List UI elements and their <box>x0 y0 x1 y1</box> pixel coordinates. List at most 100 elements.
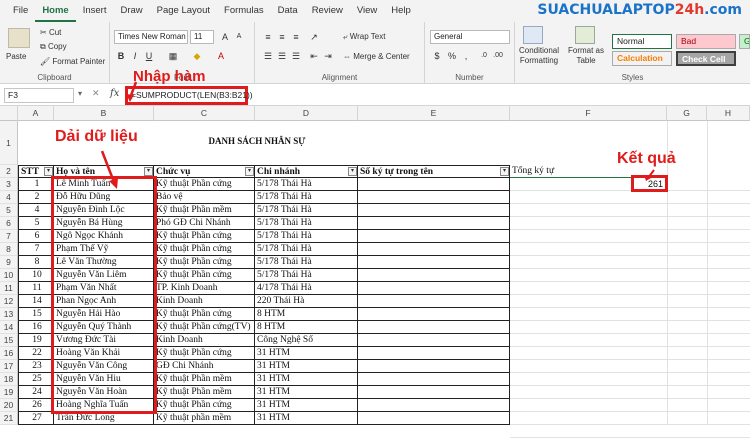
cell-role[interactable]: Kỹ thuật Phần mềm <box>154 386 255 399</box>
cell-stt[interactable]: 1 <box>18 178 54 191</box>
cell-stt[interactable]: 5 <box>18 217 54 230</box>
row-header[interactable]: 8 <box>0 243 18 256</box>
cell-stt[interactable]: 11 <box>18 282 54 295</box>
cell-role[interactable]: Kỹ thuật Phần cứng <box>154 243 255 256</box>
cell-branch[interactable]: 220 Thái Hà <box>255 295 358 308</box>
cell-role[interactable]: Kỹ thuật Phần mềm <box>154 204 255 217</box>
cell-role[interactable]: Kỹ thuật Phần cứng <box>154 178 255 191</box>
cell-char-count[interactable] <box>358 295 510 308</box>
underline-icon[interactable]: U <box>142 50 156 62</box>
select-all-corner[interactable] <box>0 106 18 121</box>
cancel-icon[interactable]: ✕ <box>92 88 100 99</box>
col-header-h[interactable]: H <box>707 106 750 121</box>
row-header[interactable]: 17 <box>0 360 18 373</box>
menu-formulas[interactable]: Formulas <box>217 0 271 22</box>
cell-role[interactable]: Kỹ thuật Phần cứng <box>154 269 255 282</box>
cell-branch[interactable]: 5/178 Thái Hà <box>255 191 358 204</box>
cell-stt[interactable]: 26 <box>18 399 54 412</box>
align-right-icon[interactable]: ☰ <box>289 50 303 62</box>
cell-branch[interactable]: 31 HTM <box>255 399 358 412</box>
style-check-cell[interactable]: Check Cell <box>676 51 736 66</box>
filter-count-icon[interactable]: ▾ <box>500 167 509 176</box>
cell-branch[interactable]: 31 HTM <box>255 386 358 399</box>
menu-insert[interactable]: Insert <box>76 0 114 22</box>
menu-view[interactable]: View <box>350 0 384 22</box>
cell-char-count[interactable] <box>358 204 510 217</box>
decrease-font-icon[interactable]: A <box>232 31 246 43</box>
cell-stt[interactable]: 25 <box>18 373 54 386</box>
cell-stt[interactable]: 23 <box>18 360 54 373</box>
cell-role[interactable]: TP. Kinh Doanh <box>154 282 255 295</box>
cell-char-count[interactable] <box>358 243 510 256</box>
cell-branch[interactable]: 5/178 Thái Hà <box>255 178 358 191</box>
format-table-icon[interactable] <box>575 26 595 44</box>
cell-role[interactable]: Kinh Doanh <box>154 295 255 308</box>
cell-char-count[interactable] <box>358 178 510 191</box>
row-header[interactable]: 15 <box>0 334 18 347</box>
header-char-count[interactable]: Số ký tự trong tên <box>358 165 510 178</box>
menu-help[interactable]: Help <box>384 0 418 22</box>
align-top-icon[interactable]: ≡ <box>261 31 275 43</box>
align-bottom-icon[interactable]: ≡ <box>289 31 303 43</box>
italic-icon[interactable]: I <box>128 50 142 62</box>
row-header[interactable]: 13 <box>0 308 18 321</box>
row-header[interactable]: 7 <box>0 230 18 243</box>
header-branch[interactable]: Chi nhánh <box>255 165 358 178</box>
cell-branch[interactable]: 31 HTM <box>255 347 358 360</box>
name-box-chevron-icon[interactable]: ▾ <box>78 89 82 98</box>
increase-font-icon[interactable]: A <box>218 31 232 43</box>
row-header[interactable]: 14 <box>0 321 18 334</box>
cell-branch[interactable]: 8 HTM <box>255 308 358 321</box>
cell-stt[interactable]: 6 <box>18 230 54 243</box>
cell-branch[interactable]: 5/178 Thái Hà <box>255 230 358 243</box>
cell-role[interactable]: GĐ Chi Nhánh <box>154 360 255 373</box>
cell-role[interactable]: Kỹ thuật Phần cứng(TV) <box>154 321 255 334</box>
name-box[interactable]: F3 <box>4 88 74 103</box>
row-header[interactable]: 20 <box>0 399 18 412</box>
percent-icon[interactable]: % <box>445 50 459 62</box>
row-header-2[interactable]: 2 <box>0 165 18 178</box>
copy-button[interactable]: ⧉ Copy <box>40 42 67 52</box>
cell-role[interactable]: Kỹ thuật phần mềm <box>154 412 255 425</box>
row-header[interactable]: 16 <box>0 347 18 360</box>
filter-role-icon[interactable]: ▾ <box>245 167 254 176</box>
cell-branch[interactable]: 31 HTM <box>255 412 358 425</box>
cell-char-count[interactable] <box>358 282 510 295</box>
cell-role[interactable]: Kinh Doanh <box>154 334 255 347</box>
col-header-g[interactable]: G <box>667 106 707 121</box>
font-name-select[interactable]: Times New Roman <box>114 30 188 44</box>
filter-stt-icon[interactable]: ▾ <box>44 167 53 176</box>
filter-branch-icon[interactable]: ▾ <box>348 167 357 176</box>
style-normal[interactable]: Normal <box>612 34 672 49</box>
cell-role[interactable]: Kỹ thuật Phần cứng <box>154 347 255 360</box>
style-calculation[interactable]: Calculation <box>612 51 672 66</box>
cell-stt[interactable]: 7 <box>18 243 54 256</box>
cell-stt[interactable]: 14 <box>18 295 54 308</box>
cell-char-count[interactable] <box>358 373 510 386</box>
menu-review[interactable]: Review <box>305 0 350 22</box>
conditional-formatting-icon[interactable] <box>523 26 543 44</box>
wrap-text-button[interactable]: ⤶ Wrap Text <box>343 32 385 42</box>
row-header[interactable]: 5 <box>0 204 18 217</box>
col-header-c[interactable]: C <box>154 106 255 121</box>
menu-file[interactable]: File <box>6 0 35 22</box>
cell-stt[interactable]: 22 <box>18 347 54 360</box>
paste-button[interactable]: Paste <box>6 52 26 61</box>
cell-stt[interactable]: 8 <box>18 256 54 269</box>
cell-char-count[interactable] <box>358 269 510 282</box>
row-header[interactable]: 9 <box>0 256 18 269</box>
currency-icon[interactable]: $ <box>430 50 444 62</box>
cell-role[interactable]: Kỹ thuật Phần cứng <box>154 308 255 321</box>
merge-center-button[interactable]: ⇔ Merge & Center <box>343 52 410 61</box>
col-header-d[interactable]: D <box>255 106 358 121</box>
cell-char-count[interactable] <box>358 217 510 230</box>
cell-branch[interactable]: 5/178 Thái Hà <box>255 204 358 217</box>
borders-icon[interactable]: ▦ <box>166 50 180 62</box>
row-header[interactable]: 6 <box>0 217 18 230</box>
cell-char-count[interactable] <box>358 412 510 425</box>
cut-button[interactable]: ✂ Cut <box>40 28 61 37</box>
cell-char-count[interactable] <box>358 230 510 243</box>
cell-role[interactable]: Kỹ thuật Phần mềm <box>154 373 255 386</box>
row-header[interactable]: 21 <box>0 412 18 425</box>
cell-char-count[interactable] <box>358 386 510 399</box>
